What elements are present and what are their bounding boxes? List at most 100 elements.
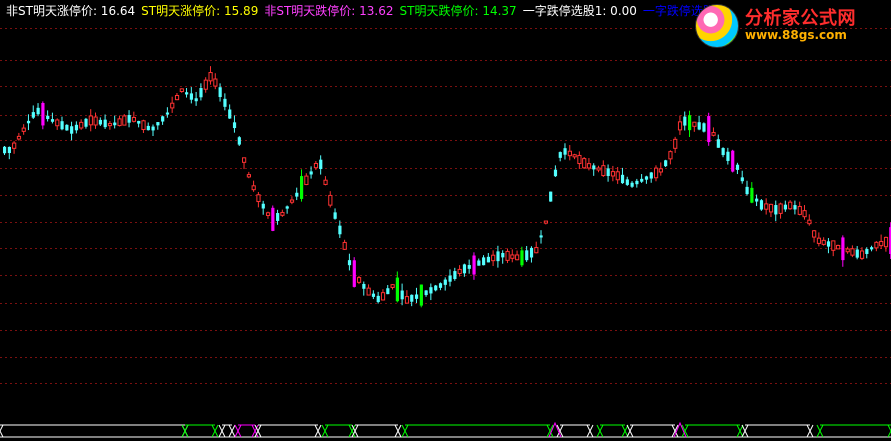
candle-body-74 bbox=[356, 277, 362, 283]
candle-body-28 bbox=[137, 120, 141, 124]
candle-body-26 bbox=[127, 115, 131, 123]
candle-body-160 bbox=[768, 203, 774, 213]
candle-body-91 bbox=[438, 283, 443, 288]
candle-body-62 bbox=[300, 176, 304, 199]
indicator-cross-13-0 bbox=[816, 424, 824, 438]
candle-body-59 bbox=[285, 206, 289, 209]
candle-body-16 bbox=[79, 121, 84, 129]
indicator-cross-3-1 bbox=[251, 424, 259, 438]
indicator-cross-5-0 bbox=[321, 424, 329, 438]
candle-body-115 bbox=[553, 169, 558, 177]
candle-body-89 bbox=[429, 287, 433, 294]
candle-body-80 bbox=[386, 288, 390, 295]
candle-body-183 bbox=[879, 240, 884, 247]
candle-body-175 bbox=[841, 237, 845, 261]
candle-body-29 bbox=[141, 120, 146, 131]
indicator-cross-9-0 bbox=[596, 424, 604, 438]
candle-body-150 bbox=[721, 148, 725, 156]
candle-body-123 bbox=[592, 165, 596, 170]
indicator-cross-1-1 bbox=[211, 424, 219, 438]
candle-body-117 bbox=[563, 148, 567, 155]
candle-body-172 bbox=[826, 241, 831, 247]
candle-body-118 bbox=[567, 150, 572, 157]
candle-body-110 bbox=[529, 247, 534, 258]
candle-body-22 bbox=[107, 123, 113, 127]
candle-body-133 bbox=[640, 178, 644, 182]
candle-body-165 bbox=[793, 205, 797, 210]
candle-body-148 bbox=[711, 132, 716, 136]
candle-body-159 bbox=[764, 203, 769, 210]
header-bar: 非ST明天涨停价: 16.64 ST明天涨停价: 15.89 非ST明天跌停价:… bbox=[6, 3, 715, 19]
candle-body-114 bbox=[549, 191, 553, 202]
candle-body-55 bbox=[265, 212, 271, 216]
candle-body-31 bbox=[151, 126, 155, 131]
candle-body-97 bbox=[467, 265, 471, 269]
candle-body-54 bbox=[261, 203, 265, 209]
candle-body-112 bbox=[539, 235, 543, 238]
candle-body-84 bbox=[404, 296, 410, 304]
candle-body-40 bbox=[194, 98, 198, 102]
candle-body-17 bbox=[84, 118, 88, 127]
indicator-cross-4-1 bbox=[314, 424, 322, 438]
flower-logo-icon bbox=[695, 4, 739, 48]
candle-body-101 bbox=[486, 256, 491, 263]
candle-body-157 bbox=[755, 198, 759, 202]
price-grid bbox=[0, 28, 891, 384]
candle-body-87 bbox=[419, 284, 423, 306]
candle-body-142 bbox=[683, 116, 687, 126]
candle-body-167 bbox=[802, 210, 807, 218]
candle-body-154 bbox=[740, 177, 744, 182]
candle-body-41 bbox=[199, 88, 203, 98]
candle-body-171 bbox=[821, 239, 826, 245]
candle-body-85 bbox=[410, 294, 414, 302]
indicator-cross-1-0 bbox=[181, 424, 189, 438]
candle-body-184 bbox=[883, 236, 889, 248]
candle-body-141 bbox=[677, 121, 683, 131]
candle-body-45 bbox=[218, 87, 222, 98]
candle-body-134 bbox=[644, 176, 649, 180]
candle-body-156 bbox=[750, 187, 754, 203]
indicator-cross-7-0 bbox=[401, 424, 409, 438]
site-logo: 分析家公式网 www.88gs.com bbox=[695, 2, 885, 50]
candle-body-179 bbox=[859, 250, 865, 259]
candle-body-127 bbox=[610, 171, 616, 177]
candle-body-8 bbox=[41, 102, 45, 126]
candle-body-83 bbox=[400, 290, 404, 300]
candle-body-7 bbox=[36, 107, 40, 115]
candle-body-60 bbox=[289, 199, 295, 203]
candle-body-138 bbox=[664, 160, 668, 167]
candle-body-119 bbox=[572, 154, 577, 158]
header-item-0: 非ST明天涨停价: 16.64 bbox=[6, 4, 136, 18]
candle-body-173 bbox=[831, 240, 836, 251]
candle-body-98 bbox=[472, 255, 476, 275]
candle-body-146 bbox=[702, 123, 706, 132]
candle-body-20 bbox=[98, 119, 102, 125]
candle-body-37 bbox=[179, 88, 184, 92]
indicator-cross-8-1 bbox=[586, 424, 594, 438]
candle-body-177 bbox=[850, 248, 855, 256]
candle-body-135 bbox=[649, 172, 653, 179]
candle-body-178 bbox=[855, 249, 859, 258]
candle-body-65 bbox=[313, 162, 319, 169]
candle-body-102 bbox=[491, 254, 496, 262]
candle-body-140 bbox=[673, 138, 678, 149]
candle-body-0 bbox=[3, 146, 7, 154]
candle-body-113 bbox=[543, 220, 548, 224]
candle-body-128 bbox=[615, 171, 620, 181]
candle-body-88 bbox=[424, 290, 428, 296]
candle-body-48 bbox=[232, 122, 237, 129]
candle-body-182 bbox=[874, 241, 879, 249]
candle-body-129 bbox=[620, 174, 625, 184]
indicator-cross-11-1 bbox=[736, 424, 744, 438]
candle-body-71 bbox=[342, 241, 347, 250]
candle-body-131 bbox=[630, 182, 634, 187]
signal-indicator bbox=[0, 421, 891, 438]
indicator-cross-2-1 bbox=[228, 424, 236, 438]
candle-body-166 bbox=[797, 206, 802, 215]
candle-body-96 bbox=[462, 264, 467, 274]
candle-body-136 bbox=[653, 167, 659, 179]
candle-body-92 bbox=[443, 279, 447, 285]
candle-body-170 bbox=[816, 237, 822, 244]
candle-body-11 bbox=[55, 119, 60, 127]
indicator-cross-12-0 bbox=[741, 424, 749, 438]
